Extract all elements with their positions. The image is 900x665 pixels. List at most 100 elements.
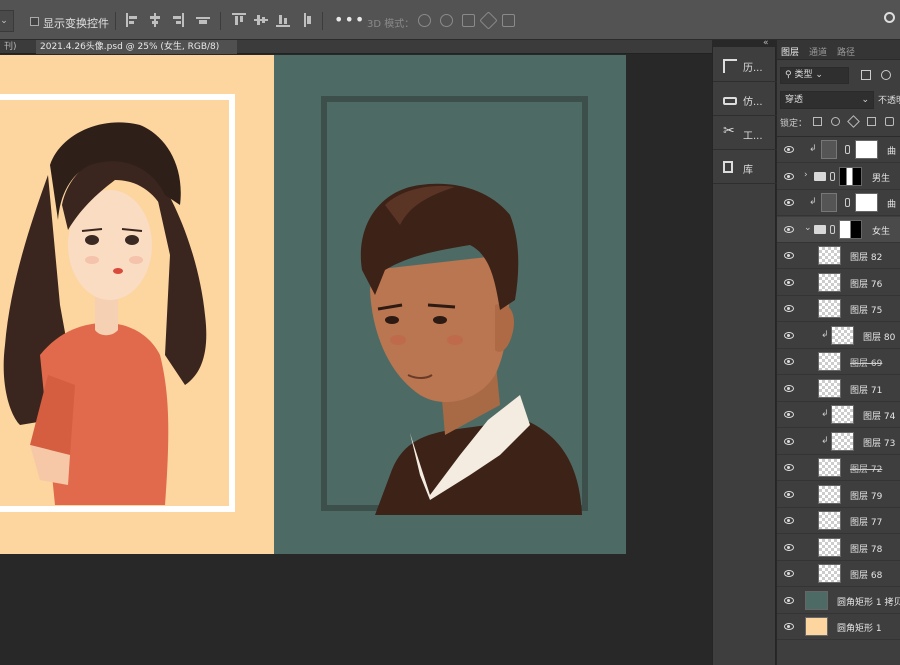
layer-mask-thumbnail[interactable] xyxy=(855,193,878,212)
layer-row[interactable]: ↲ 图层 73 xyxy=(777,429,900,455)
layer-row[interactable]: ⌄ 女生 xyxy=(777,216,900,243)
align-left-icon[interactable] xyxy=(126,13,140,27)
layer-thumbnail[interactable] xyxy=(818,299,841,318)
shape-layer-thumbnail[interactable] xyxy=(805,590,828,610)
scale-3d-icon[interactable] xyxy=(502,14,515,27)
more-options-icon[interactable]: ••• xyxy=(334,10,365,29)
layer-row[interactable]: 图层 69 xyxy=(777,349,900,375)
tab-channels[interactable]: 通道 xyxy=(809,45,827,58)
layer-thumbnail[interactable] xyxy=(818,352,841,371)
layer-row[interactable]: 图层 68 xyxy=(777,561,900,587)
chevron-right-icon[interactable]: › xyxy=(804,170,808,180)
align-right-icon[interactable] xyxy=(170,13,184,27)
lock-image-icon[interactable] xyxy=(831,117,840,126)
blend-mode-select[interactable]: 穿透 ⌄ xyxy=(780,91,874,109)
tab-previous-document[interactable]: 刊) *× xyxy=(0,40,34,66)
filter-adjustment-icon[interactable] xyxy=(881,70,891,80)
layer-thumbnail[interactable] xyxy=(818,458,841,477)
layer-row[interactable]: 图层 72 xyxy=(777,455,900,481)
dock-item-tool-presets[interactable]: ✂ 工... xyxy=(713,117,777,150)
layer-row[interactable]: ↲ 图层 80 xyxy=(777,323,900,349)
pan-3d-icon[interactable] xyxy=(462,14,475,27)
layer-row[interactable]: › 男生 xyxy=(777,164,900,190)
distribute-vertical-icon[interactable] xyxy=(300,13,314,27)
curves-adjustment-icon[interactable] xyxy=(821,140,837,159)
visibility-eye-icon[interactable] xyxy=(784,358,794,365)
layer-thumbnail[interactable] xyxy=(831,431,854,451)
show-transform-checkbox[interactable] xyxy=(30,17,39,26)
layer-row[interactable]: 圆角矩形 1 拷贝 xyxy=(777,588,900,614)
layer-mask-thumbnail[interactable] xyxy=(839,219,862,239)
layer-row[interactable]: 图层 79 xyxy=(777,482,900,508)
visibility-eye-icon[interactable] xyxy=(784,543,794,551)
visibility-eye-icon[interactable] xyxy=(784,331,794,339)
visibility-eye-icon[interactable] xyxy=(784,411,794,418)
search-icon[interactable] xyxy=(884,12,895,23)
lock-position-icon[interactable] xyxy=(847,115,860,128)
layer-mask-thumbnail[interactable] xyxy=(855,140,878,159)
options-bar: ⌄ 显示变换控件 ••• 3D 模式： xyxy=(0,0,900,40)
layer-row[interactable]: ↲ 曲 xyxy=(777,137,900,163)
layer-name: 圆角矩形 1 xyxy=(837,624,882,634)
layer-row[interactable]: 图层 82 xyxy=(777,243,900,269)
layer-thumbnail[interactable] xyxy=(831,405,854,424)
visibility-eye-icon[interactable] xyxy=(784,570,794,577)
layer-filter-select[interactable]: ⚲ 类型 ⌄ xyxy=(780,67,849,84)
layer-row[interactable]: 图层 78 xyxy=(777,535,900,561)
visibility-eye-icon[interactable] xyxy=(784,305,794,312)
artboard[interactable] xyxy=(0,55,626,554)
curves-adjustment-icon[interactable] xyxy=(821,193,837,212)
layer-thumbnail[interactable] xyxy=(818,511,841,530)
tab-paths[interactable]: 路径 xyxy=(837,45,855,58)
visibility-eye-icon[interactable] xyxy=(784,596,794,604)
align-bottom-icon[interactable] xyxy=(276,13,290,27)
layer-thumbnail[interactable] xyxy=(818,272,841,292)
layer-row[interactable]: 图层 71 xyxy=(777,376,900,402)
layer-mask-thumbnail[interactable] xyxy=(839,166,862,186)
layer-name: 图层 71 xyxy=(850,385,883,396)
layer-row[interactable]: 图层 77 xyxy=(777,508,900,534)
visibility-eye-icon[interactable] xyxy=(784,517,794,524)
dock-item-clone-source[interactable]: 仿... xyxy=(713,83,777,116)
filter-pixel-icon[interactable] xyxy=(861,70,871,80)
visibility-eye-icon[interactable] xyxy=(784,225,794,233)
distribute-icon[interactable] xyxy=(196,13,210,27)
visibility-eye-icon[interactable] xyxy=(784,146,794,153)
dock-item-history[interactable]: 历... xyxy=(713,49,777,82)
visibility-eye-icon[interactable] xyxy=(784,278,794,286)
lock-artboard-icon[interactable] xyxy=(867,117,876,126)
lock-transparency-icon[interactable] xyxy=(813,117,822,126)
roll-3d-icon[interactable] xyxy=(440,14,453,27)
visibility-eye-icon[interactable] xyxy=(784,437,794,445)
layer-thumbnail[interactable] xyxy=(818,378,841,398)
layer-thumbnail[interactable] xyxy=(818,484,841,504)
layer-row[interactable]: ↲ 曲 xyxy=(777,190,900,216)
dock-item-library[interactable]: 库 xyxy=(713,151,777,184)
shape-layer-thumbnail[interactable] xyxy=(805,617,828,636)
layer-thumbnail[interactable] xyxy=(818,537,841,557)
layer-row[interactable]: 圆角矩形 1 xyxy=(777,614,900,640)
visibility-eye-icon[interactable] xyxy=(784,199,794,206)
layer-thumbnail[interactable] xyxy=(818,246,841,265)
visibility-eye-icon[interactable] xyxy=(784,490,794,498)
layer-row[interactable]: ↲ 图层 74 xyxy=(777,402,900,428)
visibility-eye-icon[interactable] xyxy=(784,252,794,259)
tab-active-document[interactable]: 2021.4.26头像.psd @ 25% (女生, RGB/8) *× xyxy=(36,40,237,66)
slide-3d-icon[interactable] xyxy=(479,11,498,30)
tool-preset-dropdown[interactable]: ⌄ xyxy=(0,10,14,32)
orbit-3d-icon[interactable] xyxy=(418,14,431,27)
visibility-eye-icon[interactable] xyxy=(784,623,794,630)
align-vcenter-icon[interactable] xyxy=(254,13,268,27)
layer-thumbnail[interactable] xyxy=(831,325,854,345)
align-top-icon[interactable] xyxy=(232,13,246,27)
tab-layers[interactable]: 图层 xyxy=(781,45,799,58)
chevron-down-icon[interactable]: ⌄ xyxy=(804,223,812,233)
layer-thumbnail[interactable] xyxy=(818,564,841,583)
align-hcenter-icon[interactable] xyxy=(148,13,162,27)
lock-all-icon[interactable] xyxy=(885,117,894,126)
visibility-eye-icon[interactable] xyxy=(784,464,794,471)
layer-row[interactable]: 图层 75 xyxy=(777,296,900,322)
visibility-eye-icon[interactable] xyxy=(784,172,794,180)
layer-row[interactable]: 图层 76 xyxy=(777,270,900,296)
visibility-eye-icon[interactable] xyxy=(784,384,794,392)
